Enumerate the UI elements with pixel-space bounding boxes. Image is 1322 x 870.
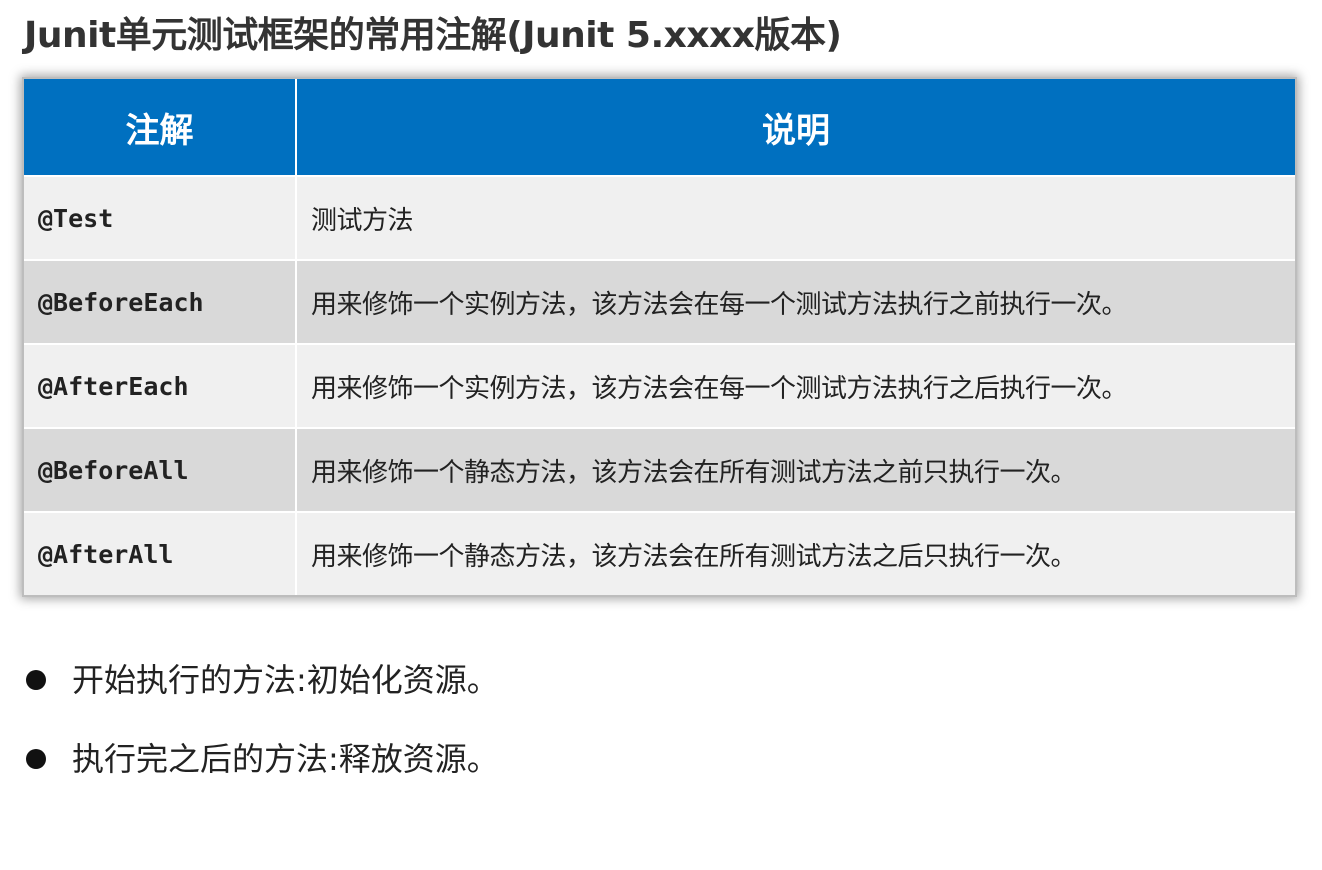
list-item: 执行完之后的方法:释放资源。 (26, 735, 499, 783)
list-item: 开始执行的方法:初始化资源。 (26, 656, 499, 704)
note-text: 执行完之后的方法:释放资源。 (72, 740, 499, 778)
table-row: @Test 测试方法 (24, 175, 1295, 260)
annotation-description: 用来修饰一个实例方法，该方法会在每一个测试方法执行之前执行一次。 (296, 259, 1295, 344)
table-row: @BeforeEach 用来修饰一个实例方法，该方法会在每一个测试方法执行之前执… (24, 259, 1295, 344)
annotation-description: 用来修饰一个实例方法，该方法会在每一个测试方法执行之后执行一次。 (296, 343, 1295, 428)
table-header-row: 注解 说明 (24, 79, 1295, 176)
note-text: 开始执行的方法:初始化资源。 (72, 661, 499, 699)
bullet-icon (26, 670, 46, 690)
annotations-table: 注解 说明 @Test 测试方法 @BeforeEach 用来修饰一个实例方法，… (24, 79, 1295, 595)
column-header-annotation: 注解 (24, 79, 297, 176)
table-row: @AfterEach 用来修饰一个实例方法，该方法会在每一个测试方法执行之后执行… (24, 343, 1295, 428)
table-row: @AfterAll 用来修饰一个静态方法，该方法会在所有测试方法之后只执行一次。 (24, 511, 1295, 595)
annotation-description: 用来修饰一个静态方法，该方法会在所有测试方法之前只执行一次。 (296, 427, 1295, 512)
page-title: Junit单元测试框架的常用注解(Junit 5.xxxx版本) (24, 15, 842, 56)
column-header-description: 说明 (296, 79, 1295, 176)
annotation-name: @AfterAll (24, 511, 297, 595)
annotation-name: @Test (24, 175, 297, 260)
bullet-icon (26, 749, 46, 769)
annotation-name: @BeforeAll (24, 427, 297, 512)
annotation-description: 测试方法 (296, 175, 1295, 260)
annotation-name: @BeforeEach (24, 259, 297, 344)
annotations-table-container: 注解 说明 @Test 测试方法 @BeforeEach 用来修饰一个实例方法，… (24, 79, 1295, 595)
notes-list: 开始执行的方法:初始化资源。 执行完之后的方法:释放资源。 (26, 656, 499, 814)
annotation-name: @AfterEach (24, 343, 297, 428)
annotation-description: 用来修饰一个静态方法，该方法会在所有测试方法之后只执行一次。 (296, 511, 1295, 595)
table-row: @BeforeAll 用来修饰一个静态方法，该方法会在所有测试方法之前只执行一次… (24, 427, 1295, 512)
